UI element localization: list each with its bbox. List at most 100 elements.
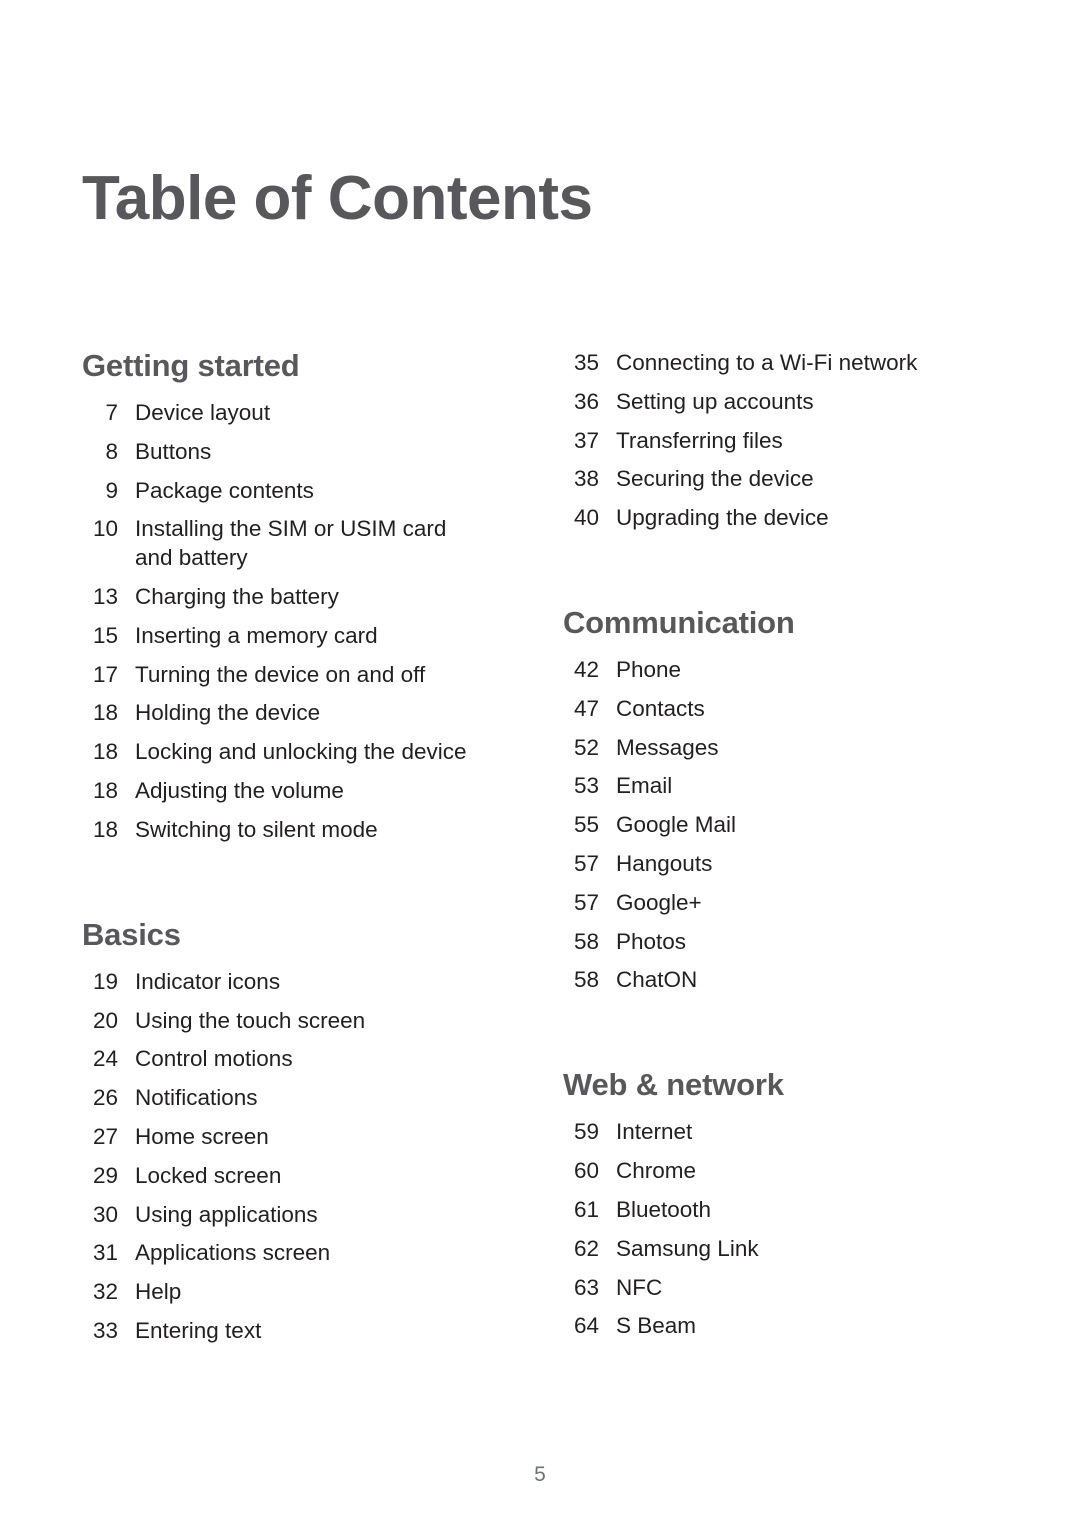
toc-entry-page-number: 57 — [573, 889, 599, 915]
toc-entry-page-number: 24 — [92, 1046, 118, 1072]
toc-entry[interactable]: 18 Holding the device — [82, 699, 470, 728]
toc-entry-page-number: 29 — [92, 1162, 118, 1188]
toc-entry-title: Device layout — [135, 400, 271, 426]
toc-entry-list: 42 Phone 47 Contacts 52 Messages 53 Email 55 Goog… — [563, 656, 950, 995]
toc-entry-list: 35 Connecting to a Wi-Fi network 36 Setting… — [563, 349, 950, 533]
toc-entry-page-number: 61 — [573, 1196, 599, 1222]
toc-entry-page-number: 20 — [92, 1007, 118, 1033]
page-title: Table of Contents — [82, 163, 593, 233]
toc-entry-title: Transferring files — [616, 427, 783, 453]
toc-entry[interactable]: 52 Messages — [563, 734, 950, 763]
toc-entry-page-number: 31 — [92, 1240, 118, 1266]
toc-columns: Getting started 7 Device layout 8 Buttons 9 Pa… — [0, 348, 1080, 1346]
toc-entry-title: Control motions — [135, 1046, 293, 1072]
toc-entry-title: Notifications — [135, 1085, 258, 1111]
toc-entry-title: Turning the device on and off — [135, 661, 426, 687]
toc-entry[interactable]: 55 Google Mail — [563, 811, 950, 840]
toc-entry[interactable]: 60 Chrome — [563, 1157, 950, 1186]
toc-entry-title: Holding the device — [135, 700, 321, 726]
toc-entry[interactable]: 58 Photos — [563, 928, 950, 957]
toc-entry[interactable]: 26 Notifications — [82, 1084, 470, 1113]
toc-entry-page-number: 18 — [92, 700, 118, 726]
toc-entry-page-number: 60 — [573, 1158, 599, 1184]
toc-entry[interactable]: 37 Transferring files — [563, 427, 950, 456]
toc-entry-page-number: 47 — [573, 695, 599, 721]
toc-entry-title: S Beam — [616, 1313, 697, 1339]
toc-entry-title: Entering text — [135, 1317, 262, 1343]
right-column: 35 Connecting to a Wi-Fi network 36 Setting… — [480, 349, 960, 1346]
toc-entry-title: Internet — [616, 1119, 693, 1145]
toc-entry-title: Hangouts — [616, 851, 713, 877]
toc-entry-title: Locking and unlocking the device — [135, 739, 467, 765]
toc-entry[interactable]: 19 Indicator icons — [82, 968, 470, 997]
toc-entry-title: Buttons — [135, 438, 212, 464]
toc-entry[interactable]: 18 Adjusting the volume — [82, 777, 470, 806]
toc-entry-page-number: 10 — [92, 516, 118, 542]
left-column: Getting started 7 Device layout 8 Buttons 9 Pa… — [0, 348, 480, 1346]
toc-entry[interactable]: 30 Using applications — [82, 1201, 470, 1230]
toc-entry-title: Using applications — [135, 1201, 318, 1227]
toc-entry[interactable]: 17 Turning the device on and off — [82, 661, 470, 690]
toc-entry-page-number: 15 — [92, 622, 118, 648]
toc-entry-page-number: 18 — [92, 816, 118, 842]
toc-entry[interactable]: 27 Home screen — [82, 1123, 470, 1152]
toc-entry[interactable]: 63 NFC — [563, 1274, 950, 1303]
toc-entry-title: Email — [616, 773, 673, 799]
toc-entry-page-number: 36 — [573, 388, 599, 414]
toc-entry-page-number: 8 — [105, 438, 118, 464]
toc-entry-title: Help — [135, 1279, 182, 1305]
toc-entry[interactable]: 32 Help — [82, 1278, 470, 1307]
toc-entry-page-number: 38 — [573, 466, 599, 492]
toc-entry[interactable]: 20 Using the touch screen — [82, 1007, 470, 1036]
toc-entry[interactable]: 9 Package contents — [82, 477, 470, 506]
toc-entry[interactable]: 7 Device layout — [82, 399, 470, 428]
section-heading-communication: Communication — [563, 604, 795, 640]
toc-entry[interactable]: 31 Applications screen — [82, 1239, 470, 1268]
toc-entry-title: Locked screen — [135, 1162, 282, 1188]
toc-entry-title: Messages — [616, 734, 719, 760]
toc-entry-page-number: 26 — [92, 1085, 118, 1111]
toc-entry-page-number: 40 — [573, 505, 599, 531]
toc-section-web-network: Web & network 59 Internet 60 Chrome 61 Bluetoo… — [563, 1068, 950, 1341]
toc-entry[interactable]: 57 Google+ — [563, 889, 950, 918]
toc-entry-page-number: 59 — [573, 1119, 599, 1145]
toc-entry[interactable]: 42 Phone — [563, 656, 950, 685]
toc-entry-title: Inserting a memory card — [135, 622, 378, 648]
toc-entry-page-number: 19 — [92, 968, 118, 994]
toc-entry-title: Package contents — [135, 477, 314, 503]
toc-entry[interactable]: 35 Connecting to a Wi-Fi network — [563, 349, 950, 378]
toc-entry[interactable]: 38 Securing the device — [563, 465, 950, 494]
toc-entry[interactable]: 29 Locked screen — [82, 1162, 470, 1191]
toc-entry[interactable]: 40 Upgrading the device — [563, 504, 950, 533]
page-number: 5 — [534, 1463, 546, 1486]
toc-entry[interactable]: 47 Contacts — [563, 695, 950, 724]
toc-entry[interactable]: 62 Samsung Link — [563, 1235, 950, 1264]
toc-entry[interactable]: 18 Switching to silent mode — [82, 816, 470, 845]
toc-entry-page-number: 35 — [573, 350, 599, 375]
toc-entry-title: Charging the battery — [135, 584, 339, 610]
toc-entry-page-number: 9 — [105, 477, 118, 503]
toc-entry-page-number: 37 — [573, 427, 599, 453]
toc-entry-list: 7 Device layout 8 Buttons 9 Package contents 1… — [82, 399, 470, 845]
toc-entry[interactable]: 8 Buttons — [82, 438, 470, 467]
toc-entry-page-number: 62 — [573, 1235, 599, 1261]
toc-entry[interactable]: 33 Entering text — [82, 1317, 470, 1346]
toc-entry-title: Using the touch screen — [135, 1007, 366, 1033]
toc-entry[interactable]: 64 S Beam — [563, 1312, 950, 1341]
toc-entry[interactable]: 13 Charging the battery — [82, 583, 470, 612]
toc-entry[interactable]: 15 Inserting a memory card — [82, 622, 470, 651]
toc-entry-title: Adjusting the volume — [135, 778, 344, 804]
toc-entry[interactable]: 10 Installing the SIM or USIM card and ba… — [82, 515, 470, 573]
toc-entry-page-number: 52 — [573, 734, 599, 760]
toc-entry[interactable]: 58 ChatON — [563, 966, 950, 995]
toc-entry-page-number: 33 — [92, 1317, 118, 1343]
toc-entry[interactable]: 61 Bluetooth — [563, 1196, 950, 1225]
toc-section-communication: Communication 42 Phone 47 Contacts 52 Messages… — [563, 604, 950, 995]
toc-entry[interactable]: 24 Control motions — [82, 1045, 470, 1074]
toc-entry[interactable]: 18 Locking and unlocking the device — [82, 738, 470, 767]
toc-entry[interactable]: 36 Setting up accounts — [563, 388, 950, 417]
toc-entry[interactable]: 57 Hangouts — [563, 850, 950, 879]
toc-entry-page-number: 30 — [92, 1201, 118, 1227]
toc-entry[interactable]: 59 Internet — [563, 1118, 950, 1147]
toc-entry[interactable]: 53 Email — [563, 772, 950, 801]
